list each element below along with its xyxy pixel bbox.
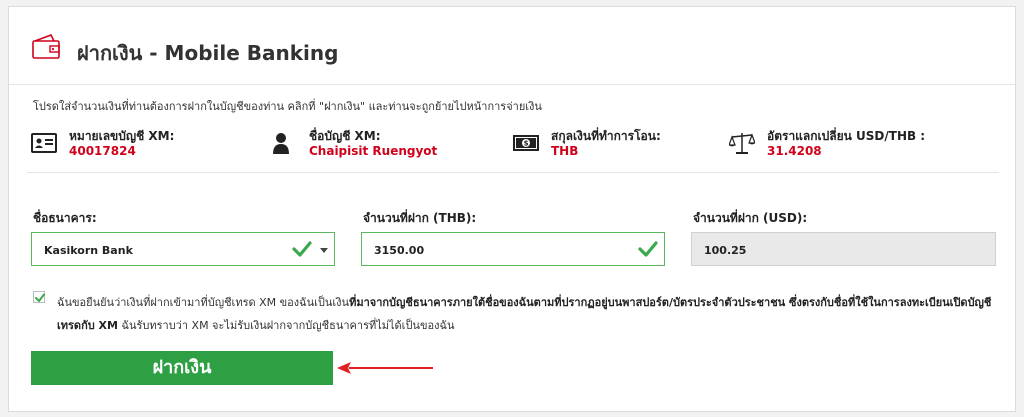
person-icon (273, 133, 289, 154)
valid-check-icon (292, 241, 312, 257)
account-name-value: Chaipisit Ruengyot (309, 144, 438, 158)
bank-label: ชื่อธนาคาร: (33, 211, 97, 225)
deposit-submit-button[interactable]: ฝากเงิน (31, 351, 333, 385)
amount-thb-value: 3150.00 (374, 244, 425, 257)
panel-header: ฝากเงิน - Mobile Banking (9, 7, 1015, 85)
amount-thb-label: จำนวนที่ฝาก (THB): (363, 211, 477, 225)
amount-thb-input[interactable]: 3150.00 (361, 232, 665, 266)
confirm-text-part3: ฉันรับทราบว่า XM จะไม่รับเงินฝากจากบัญชี… (117, 319, 455, 332)
instruction-text: โปรดใส่จำนวนเงินที่ท่านต้องการฝากในบัญชี… (33, 100, 542, 113)
id-card-icon (31, 133, 57, 153)
page-title: ฝากเงิน - Mobile Banking (77, 41, 339, 65)
confirm-text: ฉันขอยืนยันว่าเงินที่ฝากเข้ามาที่บัญชีเท… (57, 291, 997, 337)
bank-select[interactable]: Kasikorn Bank (31, 232, 335, 266)
amount-usd-label: จำนวนที่ฝาก (USD): (693, 211, 808, 225)
amount-usd-field: 100.25 (691, 232, 996, 266)
chevron-down-icon (320, 248, 328, 253)
svg-text:$: $ (524, 140, 529, 148)
arrow-icon (337, 362, 433, 374)
confirm-text-part1: ฉันขอยืนยันว่าเงินที่ฝากเข้ามาที่บัญชีเท… (57, 296, 350, 309)
deposit-panel: ฝากเงิน - Mobile Banking โปรดใส่จำนวนเงิ… (8, 6, 1016, 412)
valid-check-icon (638, 241, 658, 257)
currency-value: THB (551, 144, 579, 158)
exchange-rate-value: 31.4208 (767, 144, 822, 158)
confirm-checkbox[interactable] (33, 291, 45, 303)
banknote-icon: $ (513, 135, 539, 151)
wallet-icon (32, 33, 60, 59)
account-number-value: 40017824 (69, 144, 136, 158)
section-divider (27, 172, 999, 173)
scales-icon (729, 133, 755, 154)
checkmark-icon (35, 293, 45, 302)
bank-select-value: Kasikorn Bank (44, 244, 133, 257)
amount-usd-value: 100.25 (704, 244, 747, 257)
